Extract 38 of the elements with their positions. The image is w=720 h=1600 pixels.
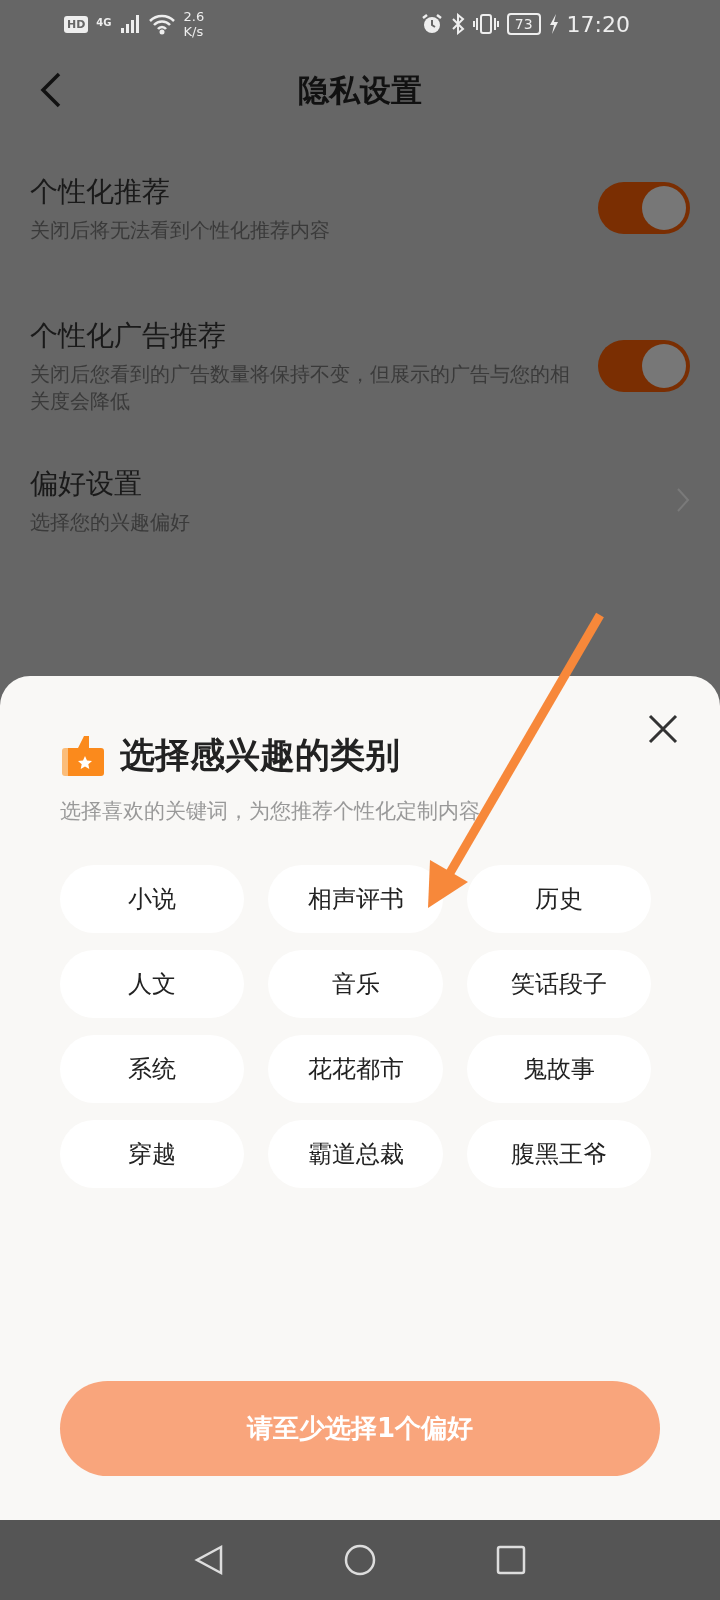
category-chip[interactable]: 人文 bbox=[60, 950, 244, 1018]
category-chip[interactable]: 小说 bbox=[60, 865, 244, 933]
speed-unit: K/s bbox=[183, 24, 205, 39]
battery-icon: 73 bbox=[506, 13, 541, 35]
signal-icon bbox=[119, 14, 140, 34]
sheet-title: 选择感兴趣的类别 bbox=[120, 734, 400, 777]
category-chip[interactable]: 鬼故事 bbox=[467, 1035, 651, 1103]
recents-nav-icon[interactable] bbox=[496, 1545, 526, 1575]
setting-title: 偏好设置 bbox=[30, 465, 143, 502]
category-chip[interactable]: 笑话段子 bbox=[467, 950, 651, 1018]
category-chip[interactable]: 霸道总裁 bbox=[268, 1120, 443, 1188]
setting-title: 个性化广告推荐 bbox=[30, 318, 227, 354]
category-chip[interactable]: 花花都市 bbox=[268, 1035, 443, 1103]
speed-value: 2.6 bbox=[183, 9, 205, 24]
category-chip[interactable]: 历史 bbox=[467, 865, 651, 933]
close-icon[interactable] bbox=[648, 714, 678, 744]
charging-icon bbox=[548, 14, 559, 34]
back-nav-icon[interactable] bbox=[194, 1544, 224, 1576]
network-type: 4G bbox=[96, 17, 112, 28]
sheet-subtitle: 选择喜欢的关键词，为您推荐个性化定制内容 bbox=[60, 798, 481, 825]
back-icon[interactable] bbox=[40, 72, 62, 108]
toggle-switch[interactable] bbox=[598, 182, 690, 234]
toggle-switch[interactable] bbox=[598, 340, 690, 392]
alarm-icon bbox=[420, 13, 443, 35]
thumbs-up-star-icon bbox=[60, 733, 106, 778]
category-chip[interactable]: 音乐 bbox=[268, 950, 443, 1018]
page-title: 隐私设置 bbox=[298, 71, 422, 110]
bluetooth-icon bbox=[450, 13, 465, 35]
hd-icon: HD bbox=[64, 15, 89, 33]
wifi-icon bbox=[147, 13, 176, 35]
setting-title: 个性化推荐 bbox=[30, 173, 171, 210]
category-chip[interactable]: 腹黑王爷 bbox=[467, 1120, 651, 1188]
clock-time: 17:20 bbox=[566, 11, 630, 37]
home-nav-icon[interactable] bbox=[344, 1544, 376, 1576]
vibrate-icon bbox=[472, 13, 499, 35]
category-chip[interactable]: 相声评书 bbox=[268, 865, 443, 933]
category-chip[interactable]: 系统 bbox=[60, 1035, 244, 1103]
category-chip[interactable]: 穿越 bbox=[60, 1120, 244, 1188]
